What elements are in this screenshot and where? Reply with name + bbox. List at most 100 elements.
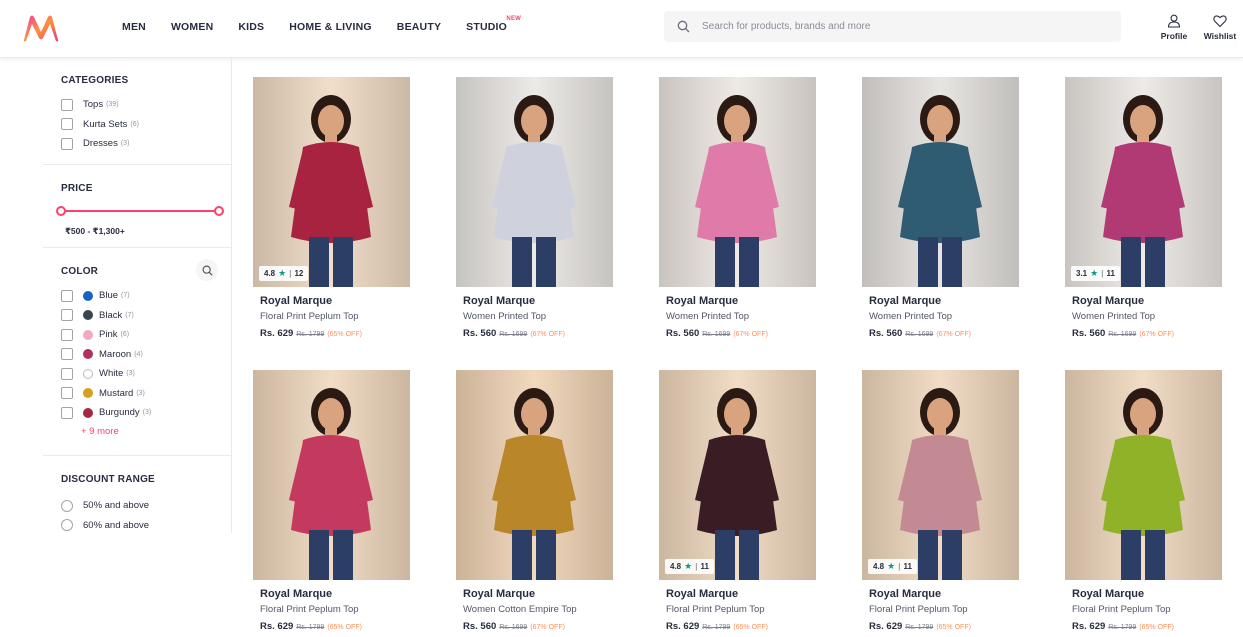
discount-label: 60% and above [83, 519, 150, 531]
rating-badge: 3.1 ★ | 11 [1071, 266, 1120, 281]
product-image[interactable] [253, 370, 410, 580]
checkbox[interactable] [61, 367, 73, 380]
product-card[interactable]: 3.1 ★ | 11 Royal Marque Women Printed Top Rs. … [1065, 77, 1222, 339]
product-image[interactable]: 3.1 ★ | 11 [1065, 77, 1222, 287]
color-option-burgundy[interactable]: Burgundy (3) [61, 403, 231, 423]
original-price: Rs. 1799 [296, 331, 325, 338]
product-brand: Royal Marque [260, 588, 333, 600]
more-colors-link[interactable]: + 9 more [81, 426, 231, 437]
nav-home-living-label: HOME & LIVING [289, 21, 372, 33]
product-title: Women Printed Top [869, 311, 953, 322]
price-slider-max-handle[interactable] [214, 206, 224, 216]
original-price: Rs. 1699 [702, 331, 731, 338]
checkbox[interactable] [61, 289, 73, 302]
checkbox[interactable] [61, 348, 73, 361]
rating-value: 4.8 [264, 269, 276, 278]
color-option-black[interactable]: Black (7) [61, 306, 231, 326]
color-search-button[interactable] [196, 259, 218, 281]
sale-price: Rs. 629 [869, 621, 903, 632]
profile-button[interactable]: Profile [1154, 14, 1194, 41]
star-icon: ★ [887, 561, 896, 571]
nav-kids[interactable]: KIDS [238, 0, 264, 58]
product-price: Rs. 629 Rs. 1799 (65% OFF) [260, 621, 410, 632]
product-card[interactable]: 4.8 ★ | 11 Royal Marque Floral Print Peplum T… [862, 370, 1019, 632]
rating-badge: 4.8 ★ | 12 [259, 266, 309, 281]
nav-men[interactable]: MEN [122, 0, 146, 58]
discount-percent: (65% OFF) [1139, 624, 1174, 631]
main-nav: MEN WOMEN KIDS HOME & LIVING BEAUTY STUD… [122, 0, 532, 58]
nav-studio[interactable]: STUDIO NEW [466, 0, 521, 58]
product-card[interactable]: Royal Marque Women Cotton Empire Top Rs. 5… [456, 370, 613, 632]
product-image[interactable] [1065, 370, 1222, 580]
wishlist-button[interactable]: Wishlist [1200, 14, 1240, 41]
product-image[interactable]: 4.8 ★ | 12 [253, 77, 410, 287]
search-icon[interactable] [664, 11, 702, 42]
discount-percent: (67% OFF) [1139, 331, 1174, 338]
product-card[interactable]: Royal Marque Floral Print Peplum Top Rs. 6… [253, 370, 410, 632]
model-photo [659, 77, 816, 287]
category-option-tops[interactable]: Tops (39) [61, 95, 231, 115]
checkbox[interactable] [61, 98, 73, 111]
myntra-logo-icon[interactable] [22, 14, 60, 42]
color-count: (7) [121, 292, 130, 300]
discount-percent: (67% OFF) [530, 331, 565, 338]
model-photo [253, 77, 410, 287]
product-image[interactable] [659, 77, 816, 287]
nav-beauty[interactable]: BEAUTY [397, 0, 441, 58]
checkbox[interactable] [61, 137, 73, 150]
category-option-dresses[interactable]: Dresses (3) [61, 134, 231, 154]
discount-option-60[interactable]: 60% and above [61, 516, 231, 536]
product-card[interactable]: 4.8 ★ | 11 Royal Marque Floral Print Peplum T… [659, 370, 816, 632]
search-input[interactable] [702, 21, 1102, 32]
product-card[interactable]: Royal Marque Women Printed Top Rs. 560 Rs. … [456, 77, 613, 339]
radio-button[interactable] [61, 519, 73, 532]
search-bar[interactable] [664, 11, 1121, 42]
category-option-kurta-sets[interactable]: Kurta Sets (6) [61, 115, 231, 135]
nav-women[interactable]: WOMEN [171, 0, 213, 58]
product-card[interactable]: 4.8 ★ | 12 Royal Marque Floral Print Peplum T… [253, 77, 410, 339]
sale-price: Rs. 629 [260, 621, 294, 632]
product-image[interactable] [456, 77, 613, 287]
checkbox[interactable] [61, 309, 73, 322]
color-swatch [83, 290, 93, 301]
product-image[interactable] [456, 370, 613, 580]
product-card[interactable]: Royal Marque Women Printed Top Rs. 560 Rs. … [862, 77, 1019, 339]
rating-count: 11 [903, 562, 912, 571]
product-card[interactable]: Royal Marque Floral Print Peplum Top Rs. 6… [1065, 370, 1222, 632]
checkbox[interactable] [61, 328, 73, 341]
sale-price: Rs. 560 [666, 328, 700, 339]
checkbox[interactable] [61, 118, 73, 131]
color-option-maroon[interactable]: Maroon (4) [61, 345, 231, 365]
price-slider[interactable] [56, 204, 224, 218]
price-section: PRICE ₹500 - ₹1,300+ [43, 165, 231, 248]
product-price: Rs. 629 Rs. 1799 (65% OFF) [1072, 621, 1222, 632]
category-label: Dresses [83, 138, 118, 150]
product-card[interactable]: Royal Marque Women Printed Top Rs. 560 Rs. … [659, 77, 816, 339]
product-image[interactable] [862, 77, 1019, 287]
star-icon: ★ [1090, 268, 1099, 278]
color-swatch [83, 407, 93, 418]
checkbox[interactable] [61, 406, 73, 419]
price-slider-min-handle[interactable] [56, 206, 66, 216]
product-image[interactable]: 4.8 ★ | 11 [659, 370, 816, 580]
color-swatch [83, 310, 93, 321]
product-title: Floral Print Peplum Top [666, 604, 765, 615]
radio-button[interactable] [61, 499, 73, 512]
discount-percent: (67% OFF) [936, 331, 971, 338]
color-option-pink[interactable]: Pink (6) [61, 325, 231, 345]
model-photo [456, 370, 613, 580]
color-count: (3) [126, 370, 135, 378]
color-option-white[interactable]: White (3) [61, 364, 231, 384]
nav-studio-label: STUDIO [466, 21, 508, 33]
original-price: Rs. 1799 [702, 624, 731, 631]
nav-home-living[interactable]: HOME & LIVING [289, 0, 372, 58]
color-option-blue[interactable]: Blue (7) [61, 286, 231, 306]
discount-option-50[interactable]: 50% and above [61, 496, 231, 516]
checkbox[interactable] [61, 387, 73, 400]
price-slider-track [61, 210, 219, 212]
product-image[interactable]: 4.8 ★ | 11 [862, 370, 1019, 580]
filters-sidebar: CATEGORIES Tops (39) Kurta Sets (6) Dres… [43, 58, 232, 533]
color-count: (4) [134, 350, 143, 358]
color-option-mustard[interactable]: Mustard (3) [61, 384, 231, 404]
heart-icon [1213, 15, 1227, 28]
